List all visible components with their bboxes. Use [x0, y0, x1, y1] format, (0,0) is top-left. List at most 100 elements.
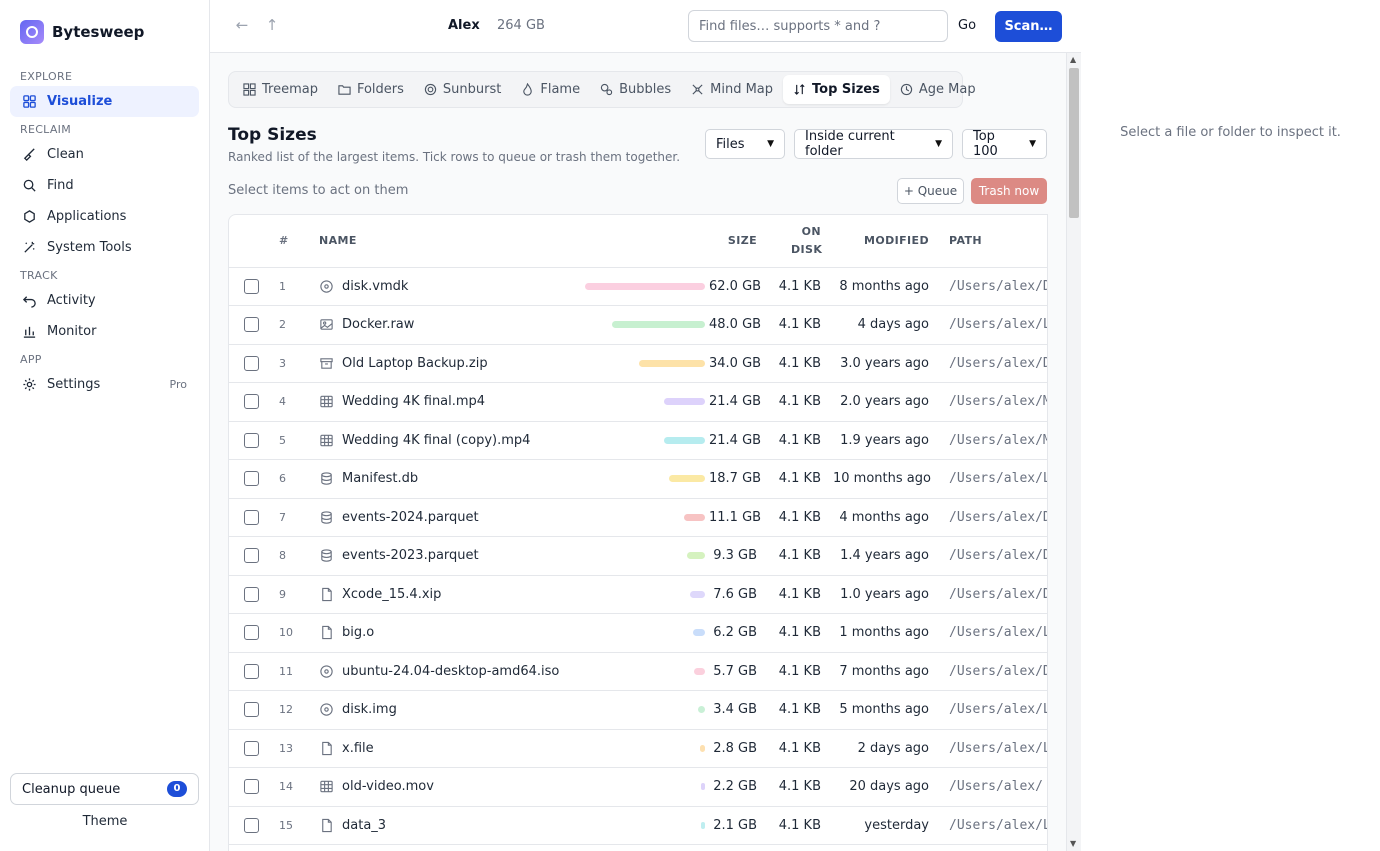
tab-folders[interactable]: Folders [328, 75, 414, 104]
up-arrow-icon[interactable]: ↑ [257, 16, 287, 34]
row-on-disk: 4.1 KB [763, 575, 827, 614]
header-size[interactable]: SIZE [705, 215, 763, 268]
sidebar-item-visualize[interactable]: Visualize [10, 86, 199, 117]
header-bar [561, 215, 705, 268]
row-path: /Users/alex/ . [935, 767, 1047, 807]
row-checkbox[interactable] [243, 432, 259, 448]
table-row[interactable]: 6 Manifest.db 18.7 GB 4.1 KB 10 months ago/U… [229, 459, 1047, 499]
chevron-down-icon: ▼ [1029, 139, 1036, 149]
search-input[interactable] [688, 10, 948, 42]
row-checkbox-cell [229, 690, 273, 730]
header-on-disk[interactable]: ON DISK [763, 215, 827, 268]
row-rank: 5 [273, 421, 313, 460]
table-row[interactable]: 8 events-2023.parquet 9.3 GB 4.1 KB 1.4 year… [229, 536, 1047, 576]
row-size-bar-cell [561, 305, 705, 345]
table-row[interactable]: 14 old-video.mov 2.2 GB 4.1 KB 20 days ago/U… [229, 767, 1047, 807]
scope-select[interactable]: Inside current folder ▼ [794, 129, 953, 159]
table-row[interactable]: 2 Docker.raw 48.0 GB 4.1 KB 4 days ago/Users… [229, 305, 1047, 345]
table-row[interactable]: 5 Wedding 4K final (copy).mp4 21.4 GB 4.1 K… [229, 421, 1047, 460]
row-name-cell: disk.img [313, 690, 561, 730]
tab-label: Treemap [262, 82, 318, 97]
sidebar-item-system-tools[interactable]: System Tools [10, 232, 199, 263]
table-row[interactable]: 12 disk.img 3.4 GB 4.1 KB 5 months ago/Users… [229, 690, 1047, 730]
table-row[interactable]: 3 Old Laptop Backup.zip 34.0 GB 4.1 KB 3.0 y… [229, 344, 1047, 383]
table-row[interactable]: 4 Wedding 4K final.mp4 21.4 GB 4.1 KB 2.0 ye… [229, 382, 1047, 422]
cleanup-queue-button[interactable]: Cleanup queue 0 [10, 773, 199, 805]
scroll-down-icon[interactable]: ▼ [1070, 839, 1076, 848]
row-checkbox[interactable] [243, 779, 259, 795]
row-checkbox-cell [229, 536, 273, 576]
row-size: 6.2 GB [705, 613, 763, 653]
row-checkbox[interactable] [243, 586, 259, 602]
table-row[interactable]: 9 Xcode_15.4.xip 7.6 GB 4.1 KB 1.0 years ago… [229, 575, 1047, 614]
row-path: /Users/alex/D [935, 652, 1047, 691]
tab-age-map[interactable]: Age Map [890, 75, 986, 104]
row-rank: 11 [273, 652, 313, 691]
row-name-cell: old-video.mov [313, 767, 561, 807]
header-modified[interactable]: MODIFIED [827, 215, 935, 268]
row-checkbox[interactable] [243, 702, 259, 718]
go-button[interactable]: Go [958, 10, 976, 42]
row-path: /Users/alex/L [935, 806, 1047, 845]
scroll-thumb[interactable] [1069, 68, 1079, 218]
tab-mind-map[interactable]: Mind Map [681, 75, 783, 104]
scroll-up-icon[interactable]: ▲ [1070, 55, 1076, 64]
table-row[interactable]: 10 big.o 6.2 GB 4.1 KB 1 months ago/Users/al… [229, 613, 1047, 653]
brand[interactable]: Bytesweep [0, 0, 209, 64]
size-bar [664, 398, 705, 406]
scan-button[interactable]: Scan… [995, 11, 1062, 42]
table-row[interactable]: 13 x.file 2.8 GB 4.1 KB 2 days ago/Users/ale… [229, 729, 1047, 768]
row-checkbox[interactable] [243, 625, 259, 641]
header-name[interactable]: NAME [313, 215, 561, 268]
sidebar-item-label: Visualize [47, 94, 113, 109]
row-name-cell: events-2024.parquet [313, 498, 561, 537]
size-bar [698, 706, 705, 714]
row-path: /Users/alex/D [935, 344, 1047, 383]
sidebar-item-settings[interactable]: Settings Pro [10, 369, 199, 400]
sidebar-item-applications[interactable]: Applications [10, 201, 199, 232]
table-row[interactable]: 15 data_3 2.1 GB 4.1 KB yesterday/Users/alex… [229, 806, 1047, 845]
row-checkbox[interactable] [243, 509, 259, 525]
tab-treemap[interactable]: Treemap [233, 75, 328, 104]
back-arrow-icon[interactable]: ← [227, 16, 257, 34]
header-path[interactable]: PATH [935, 215, 1047, 268]
row-checkbox[interactable] [243, 817, 259, 833]
theme-button[interactable]: Theme [0, 814, 210, 829]
row-size: 2.1 GB [705, 806, 763, 845]
table-row[interactable]: 7 events-2024.parquet 11.1 GB 4.1 KB 4 month… [229, 498, 1047, 537]
row-checkbox[interactable] [243, 355, 259, 371]
tab-bubbles[interactable]: Bubbles [590, 75, 681, 104]
row-rank: 15 [273, 806, 313, 845]
sidebar-item-label: Find [47, 178, 74, 193]
disc-icon [320, 280, 333, 293]
row-checkbox[interactable] [243, 278, 259, 294]
row-checkbox-cell [229, 613, 273, 653]
main-scrollbar[interactable]: ▲ ▼ [1066, 53, 1081, 851]
row-checkbox[interactable] [243, 740, 259, 756]
sidebar-item-find[interactable]: Find [10, 170, 199, 201]
type-select[interactable]: Files ▼ [705, 129, 785, 159]
row-checkbox[interactable] [243, 317, 259, 333]
trash-now-button[interactable]: Trash now [971, 178, 1047, 204]
clock-icon [900, 83, 913, 96]
row-checkbox[interactable] [243, 548, 259, 564]
row-name: events-2023.parquet [342, 548, 479, 564]
broom-icon [23, 148, 35, 162]
selection-hint: Select items to act on them [228, 183, 409, 198]
sidebar-item-clean[interactable]: Clean [10, 139, 199, 170]
row-checkbox[interactable] [243, 663, 259, 679]
limit-select[interactable]: Top 100 ▼ [962, 129, 1047, 159]
table-row[interactable]: 11 ubuntu-24.04-desktop-amd64.iso 5.7 GB 4.… [229, 652, 1047, 691]
tab-flame[interactable]: Flame [511, 75, 590, 104]
tab-top-sizes[interactable]: Top Sizes [783, 75, 890, 104]
add-to-queue-button[interactable]: + Queue [897, 178, 964, 204]
table-row[interactable]: 1 disk.vmdk 62.0 GB 4.1 KB 8 months ago/User… [229, 267, 1047, 306]
sidebar-item-monitor[interactable]: Monitor [10, 316, 199, 347]
row-checkbox[interactable] [243, 394, 259, 410]
row-name-cell: Wedding 4K final.mp4 [313, 382, 561, 422]
row-name: Wedding 4K final (copy).mp4 [342, 432, 531, 448]
row-modified: 4 months ago [827, 498, 935, 537]
sidebar-item-activity[interactable]: Activity [10, 285, 199, 316]
tab-sunburst[interactable]: Sunburst [414, 75, 511, 104]
row-checkbox[interactable] [243, 471, 259, 487]
